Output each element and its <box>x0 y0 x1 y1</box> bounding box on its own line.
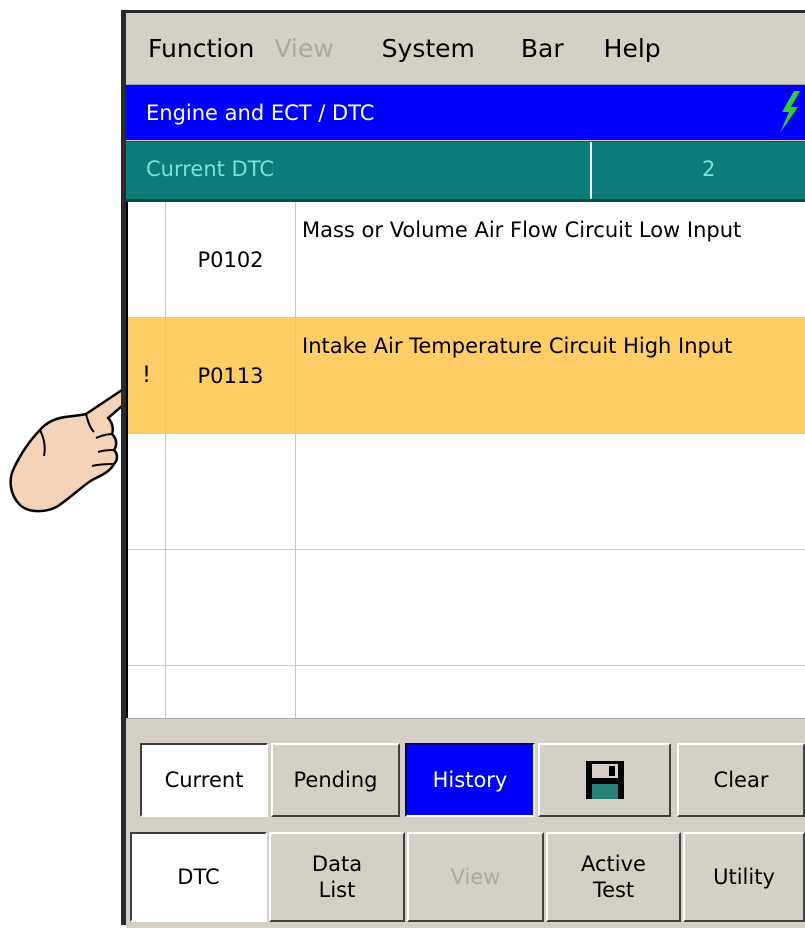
pending-button[interactable]: Pending <box>271 743 400 817</box>
dtc-code <box>166 550 296 665</box>
menu-bar-item[interactable]: Bar <box>475 34 564 63</box>
lightning-bolt-icon <box>780 91 800 133</box>
dtc-status-bar: Current DTC 2 <box>126 141 805 202</box>
menu-system[interactable]: System <box>334 34 475 63</box>
navigation-button-bar: DTC Data List View Active Test Utility <box>126 826 805 928</box>
tab-data-list-label-line1: Data <box>311 852 363 876</box>
scan-tool-screen: Function View System Bar Help Engine and… <box>121 10 805 928</box>
row-flag <box>128 202 166 317</box>
dtc-code: P0113 <box>166 318 296 433</box>
table-row[interactable] <box>128 666 805 718</box>
function-button-bar: Current Pending History Clear <box>126 718 805 824</box>
title-bar: Engine and ECT / DTC <box>126 85 805 140</box>
dtc-description: Intake Air Temperature Circuit High Inpu… <box>302 334 733 358</box>
table-row[interactable] <box>128 434 805 550</box>
dtc-code <box>166 666 296 718</box>
tab-view-label: View <box>450 865 501 889</box>
row-flag <box>128 550 166 665</box>
row-flag <box>128 434 166 549</box>
menu-view[interactable]: View <box>254 34 333 63</box>
dtc-count: 2 <box>702 157 716 181</box>
dtc-code <box>166 434 296 549</box>
clear-button[interactable]: Clear <box>677 743 805 817</box>
history-button[interactable]: History <box>405 743 535 817</box>
tab-view[interactable]: View <box>407 832 544 922</box>
tab-data-list-label-line2: List <box>318 878 356 902</box>
menu-help[interactable]: Help <box>564 34 661 63</box>
tab-utility-label: Utility <box>713 865 775 889</box>
tab-dtc-label: DTC <box>177 865 220 889</box>
status-divider <box>590 142 592 199</box>
clear-button-label: Clear <box>713 768 769 792</box>
table-row-selected[interactable]: ! P0113 Intake Air Temperature Circuit H… <box>128 318 805 434</box>
table-row[interactable] <box>128 550 805 666</box>
tab-active-test-label-line1: Active <box>581 852 646 876</box>
menu-function[interactable]: Function <box>126 34 254 63</box>
page-title: Engine and ECT / DTC <box>146 100 375 125</box>
status-label: Current DTC <box>146 157 274 181</box>
row-flag: ! <box>128 318 166 433</box>
tab-utility[interactable]: Utility <box>683 832 805 922</box>
tab-data-list[interactable]: Data List <box>269 832 405 922</box>
dtc-table: P0102 Mass or Volume Air Flow Circuit Lo… <box>126 202 805 718</box>
tab-active-test-label-line2: Test <box>592 878 635 902</box>
current-button[interactable]: Current <box>140 743 268 817</box>
pending-button-label: Pending <box>293 768 378 792</box>
save-button[interactable] <box>538 743 671 817</box>
tab-active-test[interactable]: Active Test <box>546 832 681 922</box>
dtc-description: Mass or Volume Air Flow Circuit Low Inpu… <box>302 218 742 242</box>
table-row[interactable]: P0102 Mass or Volume Air Flow Circuit Lo… <box>128 202 805 318</box>
row-flag <box>128 666 166 718</box>
dtc-code: P0102 <box>166 202 296 317</box>
current-button-label: Current <box>164 768 244 792</box>
menu-bar: Function View System Bar Help <box>126 13 805 85</box>
history-button-label: History <box>432 768 508 792</box>
floppy-disk-icon <box>585 761 624 799</box>
tab-dtc[interactable]: DTC <box>130 832 267 922</box>
